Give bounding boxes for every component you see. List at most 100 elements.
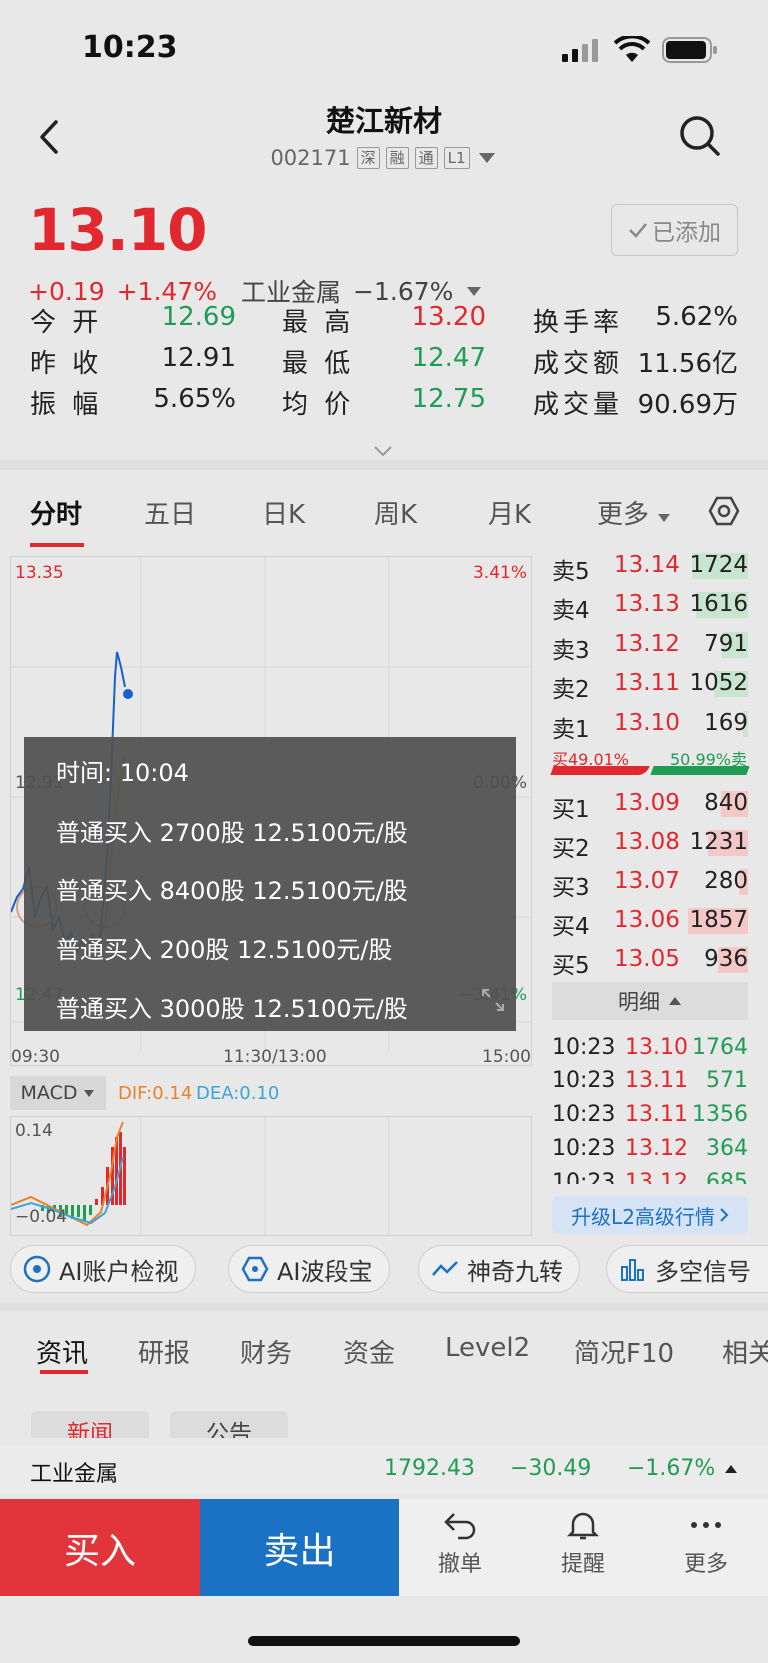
bar-chart-icon (621, 1259, 644, 1281)
search-icon[interactable] (676, 112, 724, 160)
sell-button[interactable]: 卖出 (200, 1499, 399, 1596)
macd-top: 0.14 (15, 1121, 53, 1141)
macd-selector[interactable]: MACD (10, 1076, 106, 1110)
order-level-price: 13.05 (614, 946, 680, 972)
active-tab-indicator (40, 1370, 88, 1374)
order-level-price: 13.11 (614, 670, 680, 696)
tab-funds[interactable]: 资金 (343, 1333, 395, 1370)
stat-label: 今 开 (30, 308, 103, 338)
sector-bar-change: −30.49 (510, 1456, 592, 1481)
tab-weekly-k[interactable]: 周K (374, 494, 417, 531)
tab-five-day[interactable]: 五日 (144, 494, 196, 531)
tool-label: 神奇九转 (467, 1257, 563, 1286)
tab-monthly-k[interactable]: 月K (488, 494, 531, 531)
macd-chart[interactable]: 0.14 −0.04 (10, 1116, 532, 1237)
sector-bar[interactable]: 工业金属 1792.43 −30.49 −1.67% (0, 1446, 768, 1494)
stat-value: 12.47 (411, 343, 486, 373)
expand-chevron-icon[interactable] (372, 444, 394, 458)
order-level-label: 买1 (552, 797, 590, 823)
wifi-icon (614, 36, 650, 62)
long-short-signal-button[interactable]: 多空信号 (606, 1245, 768, 1293)
upgrade-l2-button[interactable]: 升级L2高级行情 (552, 1196, 748, 1234)
news-subtabs: 新闻 公告 (0, 1406, 768, 1438)
undo-icon (444, 1513, 476, 1540)
caret-up-icon (669, 997, 681, 1005)
caret-down-icon[interactable] (476, 151, 498, 165)
more-button[interactable]: 更多 (656, 1510, 756, 1578)
more-dots-icon (691, 1522, 721, 1528)
tag-margin: 融 (385, 147, 409, 169)
order-level-label: 买4 (552, 914, 590, 940)
cancel-order-button[interactable]: 撤单 (410, 1510, 510, 1578)
stat-value: 5.65% (153, 384, 236, 414)
detail-label: 明细 (618, 990, 660, 1014)
tick-time: 10:23 (552, 1035, 616, 1060)
order-level-price: 13.14 (614, 552, 680, 578)
x-axis-mid: 11:30/13:00 (223, 1047, 327, 1067)
order-level-label: 买5 (552, 953, 590, 979)
status-time: 10:23 (82, 30, 178, 65)
order-level-price: 13.08 (614, 829, 680, 855)
ai-account-review-button[interactable]: AI账户检视 (10, 1245, 196, 1293)
tab-daily-k[interactable]: 日K (262, 494, 305, 531)
subtab-announcement[interactable]: 公告 (170, 1411, 288, 1438)
tab-research[interactable]: 研报 (138, 1333, 190, 1370)
sell-ratio: 50.99%卖 (670, 750, 748, 769)
buy-button[interactable]: 买入 (0, 1499, 200, 1596)
divider (0, 460, 768, 470)
order-level-volume: 1052 (689, 670, 748, 696)
expand-icon[interactable] (480, 987, 506, 1013)
bell-icon (566, 1512, 600, 1540)
tooltip-line: 普通买入 3000股 12.5100元/股 (56, 995, 408, 1023)
subtab-news[interactable]: 新闻 (31, 1411, 149, 1438)
trend-icon (432, 1261, 458, 1276)
macd-dif: DIF:0.14 (118, 1083, 193, 1104)
order-level-price: 13.12 (614, 631, 680, 657)
sector-bar-name: 工业金属 (30, 1462, 119, 1487)
order-level-label: 卖3 (552, 638, 590, 664)
order-level-label: 买3 (552, 875, 590, 901)
tab-f10[interactable]: 简况F10 (574, 1333, 674, 1370)
tag-connect: 通 (414, 147, 438, 169)
order-level-volume: 791 (704, 631, 748, 657)
stock-code-row[interactable]: 002171 深 融 通 L1 (0, 146, 768, 170)
stat-label: 换手率 (533, 308, 624, 338)
magic-nine-button[interactable]: 神奇九转 (418, 1245, 580, 1293)
alert-button[interactable]: 提醒 (533, 1510, 633, 1578)
tab-news[interactable]: 资讯 (36, 1333, 88, 1370)
active-tab-indicator (30, 543, 84, 547)
tab-intraday[interactable]: 分时 (30, 494, 82, 531)
order-level-price: 13.10 (614, 710, 680, 736)
tag-level: L1 (443, 147, 470, 169)
tab-related[interactable]: 相关 (722, 1333, 768, 1370)
more-label: 更多 (683, 1552, 728, 1577)
tooltip-line: 普通买入 200股 12.5100元/股 (56, 936, 393, 964)
sector-bar-pct: −1.67% (627, 1456, 716, 1481)
stat-label: 振 幅 (30, 390, 103, 420)
buy-ratio: 买49.01% (552, 750, 630, 769)
tick-volume: 364 (706, 1136, 748, 1161)
caret-down-icon (84, 1089, 95, 1097)
tick-price: 13.11 (625, 1102, 688, 1127)
stock-code: 002171 (270, 146, 351, 170)
caret-down-icon[interactable] (465, 285, 483, 297)
tooltip-line: 普通买入 8400股 12.5100元/股 (56, 877, 408, 905)
tick-time: 10:23 (552, 1068, 616, 1093)
tab-more[interactable]: 更多 (597, 494, 671, 531)
order-level-label: 卖1 (552, 717, 590, 743)
added-watchlist-button[interactable]: 已添加 (611, 204, 738, 256)
detail-toggle[interactable]: 明细 (552, 982, 748, 1020)
tab-finance[interactable]: 财务 (240, 1333, 292, 1370)
tab-level2[interactable]: Level2 (445, 1333, 530, 1363)
settings-hexagon-icon[interactable] (708, 496, 740, 526)
ai-band-button[interactable]: AI波段宝 (228, 1245, 390, 1293)
check-icon (629, 223, 647, 238)
home-indicator (248, 1636, 520, 1646)
stat-value: 13.20 (411, 302, 486, 332)
caret-up-icon[interactable] (724, 1464, 738, 1474)
macd-bottom: −0.04 (15, 1207, 68, 1227)
tool-label: 多空信号 (655, 1257, 751, 1286)
order-level-volume: 936 (704, 946, 748, 972)
tick-volume: 1356 (692, 1102, 748, 1127)
tick-time: 10:23 (552, 1102, 616, 1127)
